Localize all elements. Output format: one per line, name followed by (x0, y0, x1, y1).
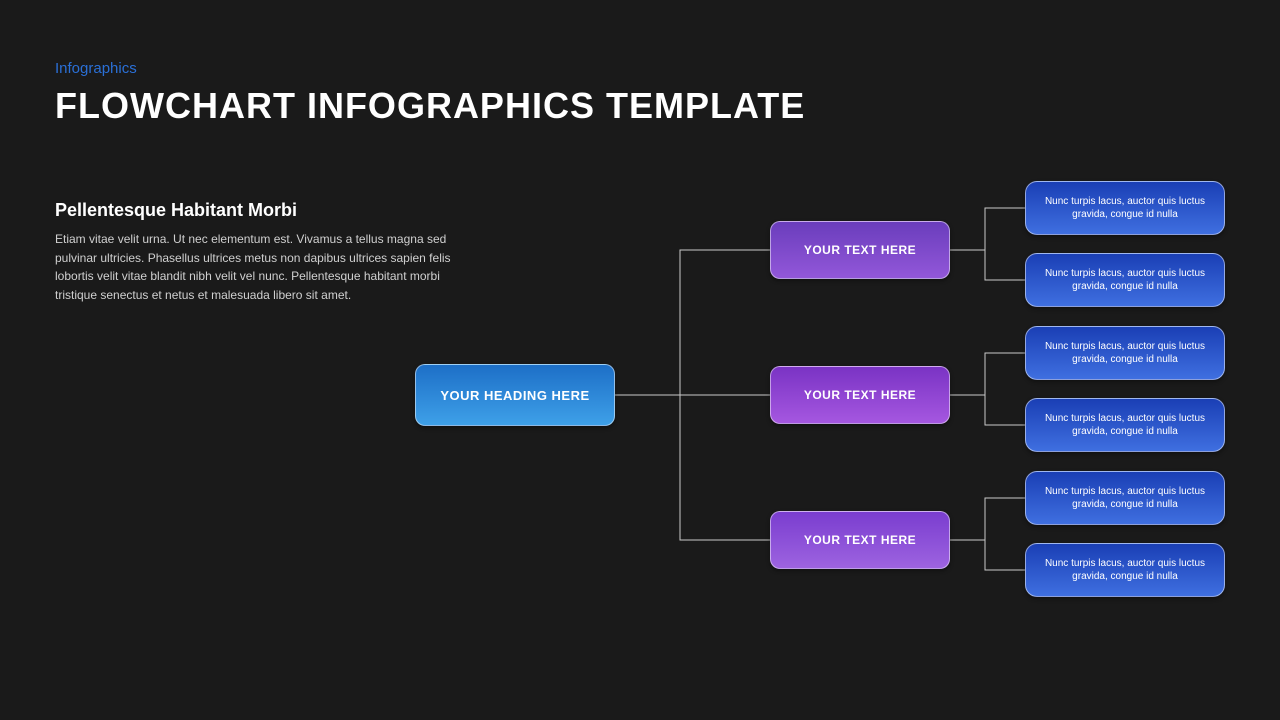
mid-node-1: YOUR TEXT HERE (770, 221, 950, 279)
body-text: Etiam vitae velit urna. Ut nec elementum… (55, 230, 455, 304)
eyebrow-label: Infographics (55, 60, 137, 77)
mid-label: YOUR TEXT HERE (804, 388, 916, 402)
leaf-node-5: Nunc turpis lacus, auctor quis luctus gr… (1025, 471, 1225, 525)
slide-title: FLOWCHART INFOGRAPHICS TEMPLATE (55, 85, 805, 127)
leaf-node-3: Nunc turpis lacus, auctor quis luctus gr… (1025, 326, 1225, 380)
mid-label: YOUR TEXT HERE (804, 243, 916, 257)
mid-node-3: YOUR TEXT HERE (770, 511, 950, 569)
root-label: YOUR HEADING HERE (440, 388, 589, 403)
mid-label: YOUR TEXT HERE (804, 533, 916, 547)
leaf-text: Nunc turpis lacus, auctor quis luctus gr… (1040, 412, 1210, 439)
leaf-text: Nunc turpis lacus, auctor quis luctus gr… (1040, 195, 1210, 222)
leaf-node-4: Nunc turpis lacus, auctor quis luctus gr… (1025, 398, 1225, 452)
leaf-text: Nunc turpis lacus, auctor quis luctus gr… (1040, 267, 1210, 294)
leaf-node-1: Nunc turpis lacus, auctor quis luctus gr… (1025, 181, 1225, 235)
root-node: YOUR HEADING HERE (415, 364, 615, 426)
leaf-text: Nunc turpis lacus, auctor quis luctus gr… (1040, 340, 1210, 367)
text-subheading: Pellentesque Habitant Morbi (55, 200, 297, 221)
leaf-text: Nunc turpis lacus, auctor quis luctus gr… (1040, 485, 1210, 512)
leaf-text: Nunc turpis lacus, auctor quis luctus gr… (1040, 557, 1210, 584)
mid-node-2: YOUR TEXT HERE (770, 366, 950, 424)
leaf-node-2: Nunc turpis lacus, auctor quis luctus gr… (1025, 253, 1225, 307)
leaf-node-6: Nunc turpis lacus, auctor quis luctus gr… (1025, 543, 1225, 597)
slide: Infographics FLOWCHART INFOGRAPHICS TEMP… (0, 0, 1280, 720)
